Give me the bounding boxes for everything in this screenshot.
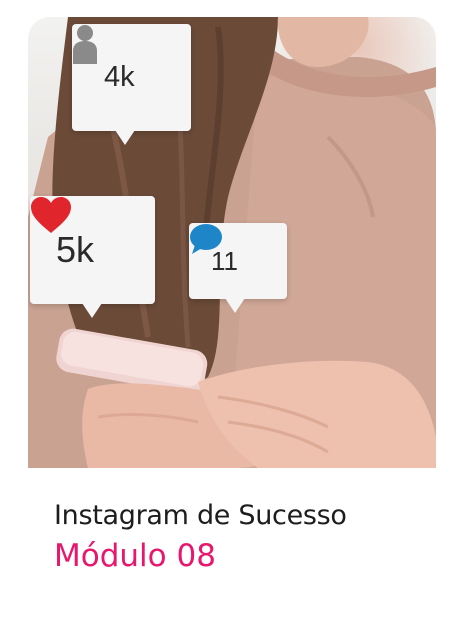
- likes-count: 5k: [56, 229, 95, 270]
- followers-count: 4k: [104, 61, 135, 93]
- module-card[interactable]: 4k 5k 11 Instagram de Sucesso Módulo 08: [28, 17, 436, 597]
- likes-notification: 5k: [30, 196, 155, 318]
- module-label: Módulo 08: [54, 538, 216, 574]
- page: 4k 5k 11 Instagram de Sucesso Módulo 08: [0, 0, 466, 623]
- followers-notification: 4k: [72, 24, 191, 145]
- card-caption: Instagram de Sucesso Módulo 08: [28, 468, 436, 597]
- course-title: Instagram de Sucesso: [54, 500, 347, 531]
- comments-notification: 11: [189, 223, 287, 313]
- cover-photo: 4k 5k 11: [28, 17, 436, 468]
